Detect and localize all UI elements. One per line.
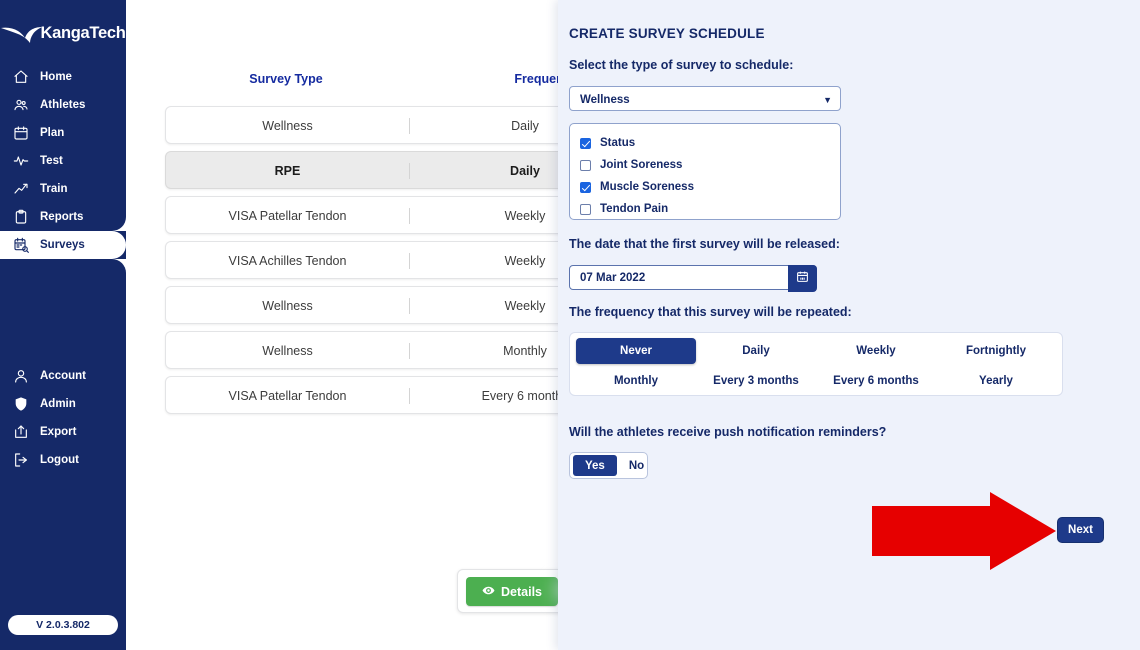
survey-question-options-list: Status Joint Soreness Muscle Soreness Tendo… — [569, 123, 841, 220]
frequency-option-every-3-months[interactable]: Every 3 months — [696, 368, 816, 394]
survey-calendar-icon — [12, 236, 30, 254]
survey-type-select-value: Wellness — [580, 93, 630, 106]
version-badge: V 2.0.3.802 — [8, 615, 118, 635]
push-notification-label: Will the athletes receive push notificat… — [569, 425, 887, 439]
option-label: Status — [600, 137, 636, 149]
panel-title: CREATE SURVEY SCHEDULE — [569, 26, 765, 41]
kangaroo-icon — [0, 22, 43, 44]
sidebar-item-home[interactable]: Home — [0, 63, 126, 91]
sidebar-item-label: Test — [40, 155, 63, 167]
frequency-row-2: Monthly Every 3 months Every 6 months Yearl… — [570, 364, 1062, 394]
sidebar-item-surveys[interactable]: Surveys — [0, 217, 126, 273]
survey-type-select[interactable]: Wellness ▼ — [569, 86, 841, 111]
pulse-icon — [12, 152, 30, 170]
cell-survey-type: VISA Achilles Tendon — [228, 254, 347, 268]
users-icon — [12, 96, 30, 114]
option-muscle-soreness[interactable]: Muscle Soreness — [580, 176, 840, 198]
cell-survey-type: VISA Patellar Tendon — [228, 389, 347, 403]
calendar-icon — [796, 270, 809, 288]
create-survey-schedule-panel: CREATE SURVEY SCHEDULE Select the type o… — [558, 0, 1140, 650]
first-release-date-value: 07 Mar 2022 — [580, 271, 646, 284]
logout-icon — [12, 451, 30, 469]
sidebar-item-label: Logout — [40, 454, 79, 466]
cell-survey-type: RPE — [274, 164, 301, 178]
sidebar-item-label: Plan — [40, 127, 65, 139]
app-logo: KangaTech — [0, 10, 126, 56]
cell-survey-type: Wellness — [262, 299, 313, 313]
first-release-date-field[interactable]: 07 Mar 2022 — [569, 265, 817, 292]
column-header-survey-type: Survey Type — [249, 72, 323, 86]
push-notification-toggle: Yes No — [569, 452, 648, 479]
clipboard-icon — [12, 208, 30, 226]
sidebar: KangaTech Home Athletes Plan Test Train Repor… — [0, 0, 126, 650]
sidebar-item-label: Athletes — [40, 99, 86, 111]
sidebar-item-athletes[interactable]: Athletes — [0, 91, 126, 119]
sidebar-item-reports[interactable]: Reports — [0, 203, 126, 231]
person-icon — [12, 367, 30, 385]
option-label: Tendon Pain — [600, 203, 669, 215]
shield-icon — [12, 395, 30, 413]
cell-survey-type: Wellness — [262, 344, 313, 358]
frequency-option-never[interactable]: Never — [576, 338, 696, 364]
nav-notch-bottom — [112, 259, 126, 273]
option-status[interactable]: Status — [580, 132, 840, 154]
sidebar-item-label: Train — [40, 183, 68, 195]
sidebar-item-label: Surveys — [40, 239, 85, 251]
sidebar-item-account[interactable]: Account — [0, 362, 126, 390]
sidebar-item-label: Home — [40, 71, 72, 83]
cell-survey-type: Wellness — [262, 119, 313, 133]
frequency-option-daily[interactable]: Daily — [696, 338, 816, 364]
sidebar-item-export[interactable]: Export — [0, 418, 126, 446]
frequency-label: The frequency that this survey will be r… — [569, 305, 852, 319]
eye-icon — [482, 584, 495, 600]
option-label: Joint Soreness — [600, 159, 683, 171]
frequency-option-yearly[interactable]: Yearly — [936, 368, 1056, 394]
first-release-date-label: The date that the first survey will be r… — [569, 237, 840, 251]
trend-up-icon — [12, 180, 30, 198]
next-button[interactable]: Next — [1057, 517, 1104, 543]
frequency-row-1: Never Daily Weekly Fortnightly — [570, 333, 1062, 364]
details-button-label: Details — [501, 584, 542, 599]
sidebar-item-admin[interactable]: Admin — [0, 390, 126, 418]
option-tendon-pain[interactable]: Tendon Pain — [580, 198, 840, 220]
option-joint-soreness[interactable]: Joint Soreness — [580, 154, 840, 176]
sidebar-item-test[interactable]: Test — [0, 147, 126, 175]
survey-type-label: Select the type of survey to schedule: — [569, 58, 794, 72]
export-icon — [12, 423, 30, 441]
checkbox-icon[interactable] — [580, 181, 591, 193]
sidebar-item-label: Export — [40, 426, 77, 438]
checkbox-icon[interactable] — [580, 203, 591, 215]
frequency-option-fortnightly[interactable]: Fortnightly — [936, 338, 1056, 364]
option-label: Muscle Soreness — [600, 181, 694, 193]
cell-survey-type: VISA Patellar Tendon — [228, 209, 347, 223]
chevron-down-icon: ▼ — [823, 94, 832, 105]
frequency-option-monthly[interactable]: Monthly — [576, 368, 696, 394]
sidebar-nav-bottom: Account Admin Export Logout — [0, 362, 126, 474]
push-option-no[interactable]: No — [617, 455, 656, 476]
checkbox-icon[interactable] — [580, 159, 591, 171]
frequency-option-weekly[interactable]: Weekly — [816, 338, 936, 364]
push-option-yes[interactable]: Yes — [573, 455, 617, 476]
details-button[interactable]: Details — [466, 577, 558, 606]
calendar-icon-button[interactable] — [788, 265, 817, 292]
frequency-selector: Never Daily Weekly Fortnightly Monthly Every… — [569, 332, 1063, 396]
calendar-icon — [12, 124, 30, 142]
sidebar-item-logout[interactable]: Logout — [0, 446, 126, 474]
app-root: Survey Type Frequency Wellness Daily RPE Da… — [0, 0, 1140, 650]
sidebar-item-label: Reports — [40, 211, 84, 223]
sidebar-item-label: Account — [40, 370, 86, 382]
app-logo-text: KangaTech — [40, 23, 126, 42]
sidebar-nav-main: Home Athletes Plan Test Train Reports Surveys — [0, 63, 126, 273]
checkbox-icon[interactable] — [580, 137, 591, 149]
sidebar-item-plan[interactable]: Plan — [0, 119, 126, 147]
frequency-option-every-6-months[interactable]: Every 6 months — [816, 368, 936, 394]
home-icon — [12, 68, 30, 86]
sidebar-item-label: Admin — [40, 398, 76, 410]
sidebar-item-train[interactable]: Train — [0, 175, 126, 203]
